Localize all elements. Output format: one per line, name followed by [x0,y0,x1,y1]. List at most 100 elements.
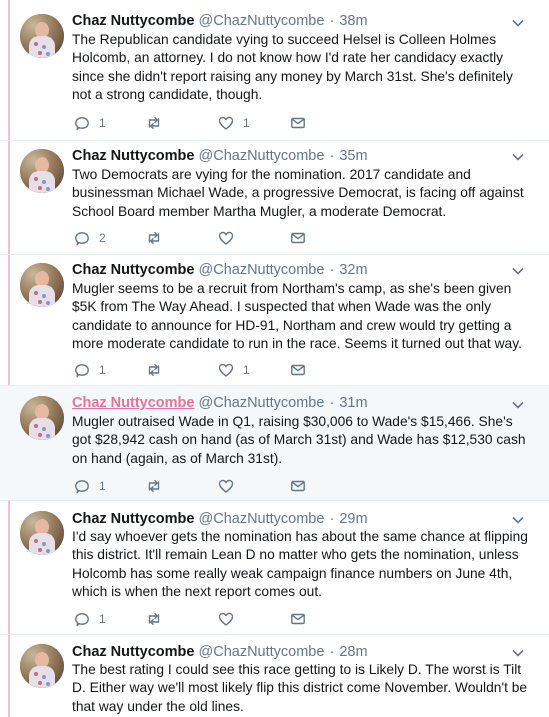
reply-count: 1 [99,116,106,130]
tweet[interactable]: Chaz Nuttycombe @ChazNuttycombe · 29m I'… [0,501,549,635]
chevron-down-icon[interactable] [511,264,525,278]
retweet-button[interactable] [146,229,171,247]
reply-icon [75,117,89,131]
separator: · [329,13,335,29]
timestamp[interactable]: 28m [339,644,367,660]
tweet[interactable]: Chaz Nuttycombe @ChazNuttycombe · 31m Mu… [0,386,549,501]
retweet-button[interactable] [146,361,171,379]
chevron-down-icon[interactable] [511,513,525,527]
timestamp[interactable]: 38m [339,13,367,29]
reply-icon [75,480,89,494]
tweet[interactable]: Chaz Nuttycombe @ChazNuttycombe · 38m Th… [0,0,549,141]
tweet[interactable]: Chaz Nuttycombe @ChazNuttycombe · 32m Mu… [0,255,549,386]
avatar[interactable] [20,511,64,555]
heart-icon [218,363,234,377]
direct-message-button[interactable] [290,229,306,247]
display-name[interactable]: Chaz Nuttycombe [72,511,194,527]
retweet-button[interactable] [146,610,171,628]
retweet-button[interactable] [146,477,171,495]
envelope-icon [291,480,305,492]
tweet-actions: 1 [74,610,374,628]
like-count: 1 [243,363,250,377]
chevron-down-icon[interactable] [511,150,525,164]
like-button[interactable]: 1 [218,114,250,132]
display-name[interactable]: Chaz Nuttycombe [72,148,194,164]
separator: · [329,644,335,660]
envelope-icon [291,613,305,625]
avatar[interactable] [20,644,64,688]
separator: · [329,148,335,164]
timestamp[interactable]: 32m [339,262,367,278]
reply-button[interactable]: 2 [74,229,106,247]
tweet-text: I'd say whoever gets the nomination has … [72,529,528,599]
retweet-icon [148,480,160,492]
heart-icon [218,231,234,245]
tweet-header: Chaz Nuttycombe @ChazNuttycombe · 38m [72,12,368,30]
tweet-text: Mugler outraised Wade in Q1, raising $30… [72,414,526,466]
tweet-actions: 1 [74,477,374,495]
avatar[interactable] [20,263,64,307]
timestamp[interactable]: 31m [339,395,367,411]
user-handle[interactable]: @ChazNuttycombe [199,13,325,29]
display-name[interactable]: Chaz Nuttycombe [72,262,194,278]
reply-button[interactable]: 1 [74,477,106,495]
reply-count: 2 [99,231,106,245]
timestamp[interactable]: 29m [339,511,367,527]
avatar[interactable] [20,14,64,58]
display-name[interactable]: Chaz Nuttycombe [72,644,194,660]
tweet[interactable]: Chaz Nuttycombe @ChazNuttycombe · 28m Th… [0,635,549,717]
reply-count: 1 [99,612,106,626]
tweet[interactable]: Chaz Nuttycombe @ChazNuttycombe · 35m Tw… [0,141,549,255]
tweet-actions: 2 [74,229,374,247]
tweet-text: Two Democrats are vying for the nominati… [72,167,524,219]
timestamp[interactable]: 35m [339,148,367,164]
retweet-icon [148,232,160,244]
reply-button[interactable]: 1 [74,610,106,628]
envelope-icon [291,117,305,129]
tweet-header: Chaz Nuttycombe @ChazNuttycombe · 32m [72,261,368,279]
retweet-button[interactable] [146,114,171,132]
tweet-header: Chaz Nuttycombe @ChazNuttycombe · 35m [72,147,368,165]
like-count: 1 [243,116,250,130]
chevron-down-icon[interactable] [511,646,525,660]
separator: · [329,262,335,278]
direct-message-button[interactable] [290,477,306,495]
heart-icon [218,116,234,130]
tweet-header: Chaz Nuttycombe @ChazNuttycombe · 31m [72,394,368,412]
display-name[interactable]: Chaz Nuttycombe [72,395,194,411]
heart-icon [218,612,234,626]
reply-count: 1 [99,479,106,493]
chevron-down-icon[interactable] [511,16,525,30]
tweet-text: The Republican candidate vying to succee… [72,32,513,102]
user-handle[interactable]: @ChazNuttycombe [199,511,325,527]
user-handle[interactable]: @ChazNuttycombe [199,262,325,278]
direct-message-button[interactable] [290,610,306,628]
reply-button[interactable]: 1 [74,114,106,132]
chevron-down-icon[interactable] [511,398,525,412]
like-button[interactable] [218,477,243,495]
user-handle[interactable]: @ChazNuttycombe [199,148,325,164]
display-name[interactable]: Chaz Nuttycombe [72,13,194,29]
reply-count: 1 [99,363,106,377]
like-button[interactable] [218,610,243,628]
tweet-actions: 1 1 [74,114,374,132]
direct-message-button[interactable] [290,361,306,379]
like-button[interactable] [218,229,243,247]
user-handle[interactable]: @ChazNuttycombe [199,395,325,411]
reply-icon [75,613,89,627]
envelope-icon [291,232,305,244]
avatar[interactable] [20,149,64,193]
reply-button[interactable]: 1 [74,361,106,379]
user-handle[interactable]: @ChazNuttycombe [199,644,325,660]
heart-icon [218,479,234,493]
avatar[interactable] [20,396,64,440]
tweet-text: Mugler seems to be a recruit from Northa… [72,281,522,351]
tweet-header: Chaz Nuttycombe @ChazNuttycombe · 28m [72,643,368,661]
like-button[interactable]: 1 [218,361,250,379]
separator: · [329,395,335,411]
tweet-header: Chaz Nuttycombe @ChazNuttycombe · 29m [72,510,368,528]
retweet-icon [148,364,160,376]
retweet-icon [148,117,160,129]
direct-message-button[interactable] [290,114,306,132]
retweet-icon [148,613,160,625]
